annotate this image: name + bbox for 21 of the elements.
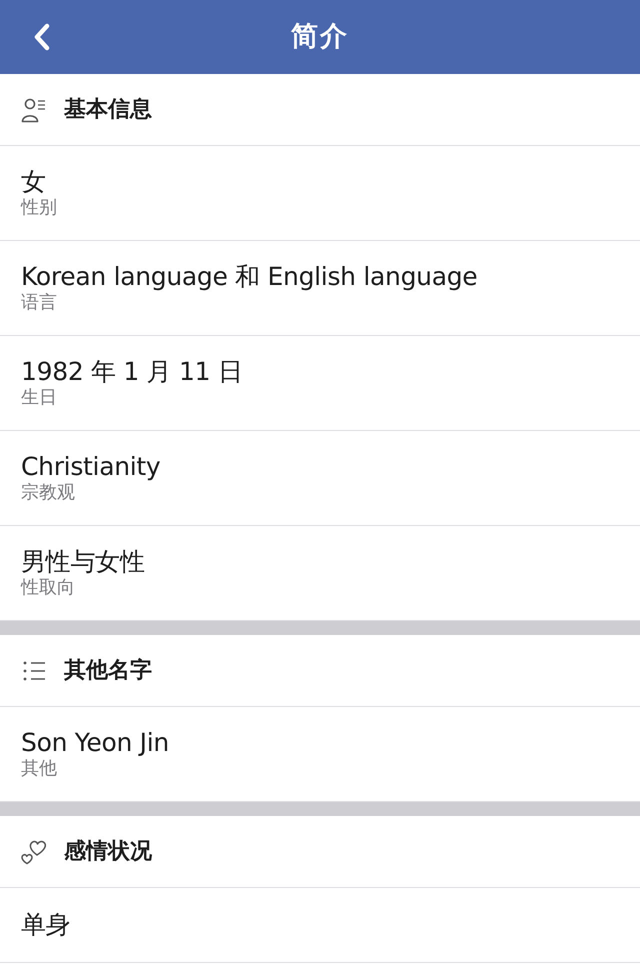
info-value: 男性与女性 xyxy=(21,547,145,577)
person-list-icon xyxy=(21,96,47,122)
section-title: 基本信息 xyxy=(64,96,152,124)
info-value: 1982 年 1 月 11 日 xyxy=(21,357,243,387)
section-title: 其他名字 xyxy=(64,656,152,685)
info-label: 性取向 xyxy=(21,577,75,599)
info-value: Korean language 和 English language xyxy=(21,262,478,292)
info-value: 女 xyxy=(21,167,46,197)
chevron-left-icon xyxy=(33,23,51,51)
info-label: 其他 xyxy=(21,758,57,780)
info-value: 单身 xyxy=(21,910,70,940)
info-value: Christianity xyxy=(21,452,160,482)
info-label: 宗教观 xyxy=(21,482,75,504)
info-label: 语言 xyxy=(21,292,57,314)
info-label: 生日 xyxy=(21,387,57,409)
info-value: Son Yeon Jin xyxy=(21,728,169,758)
hearts-icon xyxy=(20,838,48,864)
list-icon xyxy=(22,660,46,682)
info-label: 性别 xyxy=(21,197,57,219)
page-title: 简介 xyxy=(291,20,349,54)
section-title: 感情状况 xyxy=(64,838,152,866)
